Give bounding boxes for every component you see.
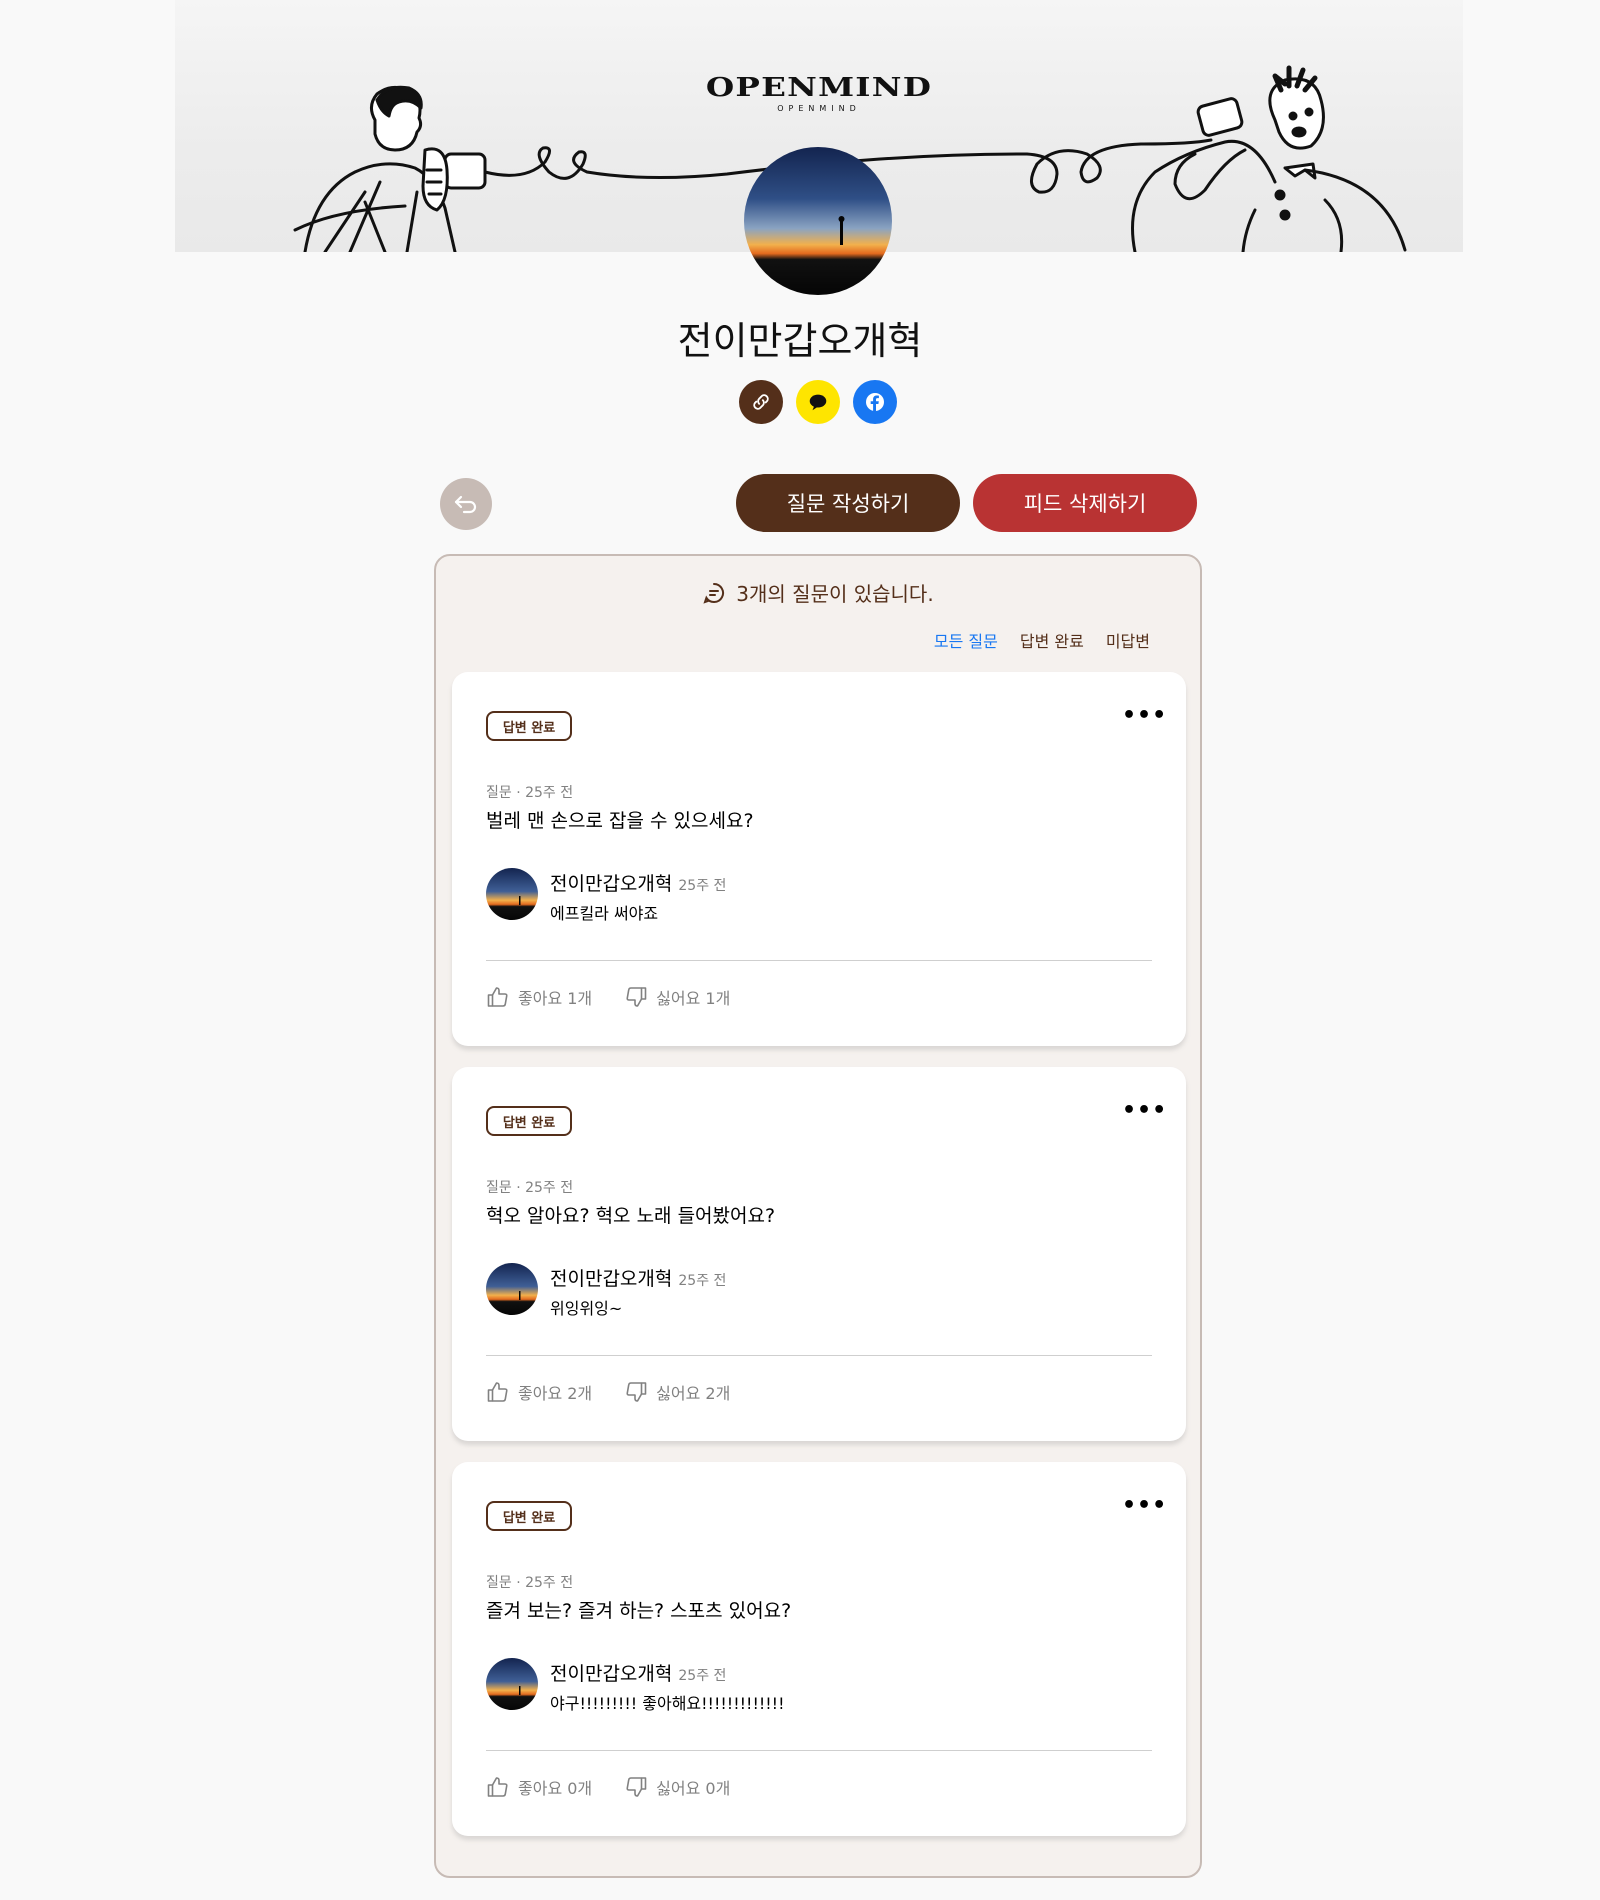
question-meta: 질문 · 25주 전 bbox=[486, 1575, 574, 1591]
card-divider bbox=[486, 1750, 1152, 1751]
more-options-icon[interactable]: ••• bbox=[1122, 705, 1166, 732]
answerer-line: 전이만갑오개혁 25주 전 bbox=[550, 1264, 726, 1291]
answer-text: 야구!!!!!!!!! 좋아해요!!!!!!!!!!!!! bbox=[550, 1694, 785, 1713]
question-count-text: 3개의 질문이 있습니다. bbox=[736, 582, 934, 606]
reactions: 좋아요 0개 싫어요 0개 bbox=[486, 1775, 730, 1799]
message-icon bbox=[703, 582, 725, 604]
profile-name: 전이만갑오개혁 bbox=[677, 319, 923, 363]
dislike-count: 싫어요 1개 bbox=[656, 989, 731, 1008]
card-divider bbox=[486, 1355, 1152, 1356]
answerer-line: 전이만갑오개혁 25주 전 bbox=[550, 1659, 726, 1686]
answer-time: 25주 전 bbox=[678, 1668, 727, 1684]
share-link-button[interactable] bbox=[739, 380, 783, 424]
reactions: 좋아요 1개 싫어요 1개 bbox=[486, 985, 730, 1009]
answerer-line: 전이만갑오개혁 25주 전 bbox=[550, 869, 726, 896]
answer-avatar bbox=[486, 1263, 538, 1315]
like-button[interactable]: 좋아요 2개 bbox=[486, 1380, 592, 1404]
logo-subtext: OPENMIND bbox=[777, 104, 861, 113]
facebook-icon bbox=[866, 393, 884, 411]
answer-text: 에프킬라 써야죠 bbox=[550, 904, 659, 923]
question-text: 혁오 알아요? 혁오 노래 들어봤어요? bbox=[486, 1205, 776, 1227]
answerer-name: 전이만갑오개혁 bbox=[550, 1663, 673, 1685]
profile-avatar bbox=[744, 147, 892, 295]
question-text: 즐겨 보는? 즐겨 하는? 스포츠 있어요? bbox=[486, 1600, 792, 1622]
dislike-button[interactable]: 싫어요 1개 bbox=[624, 985, 730, 1009]
thumbs-down-icon bbox=[626, 1382, 647, 1402]
question-filters: 모든 질문 답변 완료 미답변 bbox=[934, 628, 1150, 652]
arrow-back-icon bbox=[454, 495, 477, 514]
answer-avatar bbox=[486, 1658, 538, 1710]
dislike-count: 싫어요 2개 bbox=[656, 1384, 731, 1403]
thumbs-up-icon bbox=[487, 1777, 508, 1797]
ask-question-button[interactable]: 질문 작성하기 bbox=[736, 474, 960, 532]
card-divider bbox=[486, 960, 1152, 961]
thumbs-down-icon bbox=[626, 987, 647, 1007]
question-meta: 질문 · 25주 전 bbox=[486, 785, 574, 801]
question-card: 답변 완료 ••• 질문 · 25주 전 즐겨 보는? 즐겨 하는? 스포츠 있… bbox=[452, 1462, 1186, 1836]
question-feed: 3개의 질문이 있습니다. 모든 질문 답변 완료 미답변 답변 완료 ••• … bbox=[434, 554, 1202, 1878]
question-meta: 질문 · 25주 전 bbox=[486, 1180, 574, 1196]
like-button[interactable]: 좋아요 1개 bbox=[486, 985, 592, 1009]
dislike-count: 싫어요 0개 bbox=[656, 1779, 731, 1798]
dislike-button[interactable]: 싫어요 0개 bbox=[624, 1775, 730, 1799]
status-badge: 답변 완료 bbox=[486, 711, 572, 741]
answer-time: 25주 전 bbox=[678, 1273, 727, 1289]
like-button[interactable]: 좋아요 0개 bbox=[486, 1775, 592, 1799]
more-options-icon[interactable]: ••• bbox=[1122, 1100, 1166, 1127]
question-card: 답변 완료 ••• 질문 · 25주 전 혁오 알아요? 혁오 노래 들어봤어요… bbox=[452, 1067, 1186, 1441]
feed-page: OPENMIND OPENMIND 전이만갑오개혁 질문 작성하기 피드 삭제하… bbox=[0, 0, 1600, 1900]
logo-wordmark: OPENMIND bbox=[705, 73, 933, 103]
delete-feed-button[interactable]: 피드 삭제하기 bbox=[973, 474, 1197, 532]
share-facebook-button[interactable] bbox=[853, 380, 897, 424]
like-count: 좋아요 0개 bbox=[518, 1779, 593, 1798]
filter-answered[interactable]: 답변 완료 bbox=[1020, 628, 1084, 652]
share-buttons bbox=[739, 380, 897, 424]
openmind-logo[interactable]: OPENMIND OPENMIND bbox=[175, 74, 1463, 113]
filter-unanswered[interactable]: 미답변 bbox=[1106, 628, 1150, 652]
answerer-name: 전이만갑오개혁 bbox=[550, 873, 673, 895]
reactions: 좋아요 2개 싫어요 2개 bbox=[486, 1380, 730, 1404]
thumbs-down-icon bbox=[626, 1777, 647, 1797]
question-text: 벌레 맨 손으로 잡을 수 있으세요? bbox=[486, 810, 754, 832]
status-badge: 답변 완료 bbox=[486, 1501, 572, 1531]
answerer-name: 전이만갑오개혁 bbox=[550, 1268, 673, 1290]
answer-text: 위잉위잉~ bbox=[550, 1299, 623, 1318]
answer-avatar bbox=[486, 868, 538, 920]
question-count: 3개의 질문이 있습니다. bbox=[436, 578, 1200, 607]
kakaotalk-icon bbox=[809, 394, 827, 411]
more-options-icon[interactable]: ••• bbox=[1122, 1495, 1166, 1522]
status-badge: 답변 완료 bbox=[486, 1106, 572, 1136]
like-count: 좋아요 1개 bbox=[518, 989, 593, 1008]
answer-time: 25주 전 bbox=[678, 878, 727, 894]
thumbs-up-icon bbox=[487, 1382, 508, 1402]
link-icon bbox=[753, 394, 769, 410]
share-kakaotalk-button[interactable] bbox=[796, 380, 840, 424]
back-button[interactable] bbox=[440, 478, 492, 530]
question-card: 답변 완료 ••• 질문 · 25주 전 벌레 맨 손으로 잡을 수 있으세요?… bbox=[452, 672, 1186, 1046]
thumbs-up-icon bbox=[487, 987, 508, 1007]
dislike-button[interactable]: 싫어요 2개 bbox=[624, 1380, 730, 1404]
filter-all[interactable]: 모든 질문 bbox=[934, 628, 998, 652]
like-count: 좋아요 2개 bbox=[518, 1384, 593, 1403]
